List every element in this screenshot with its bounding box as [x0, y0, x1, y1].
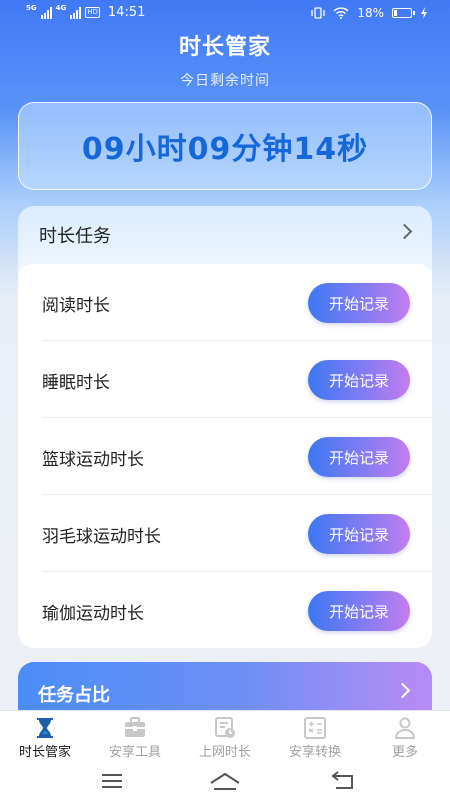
- start-record-button[interactable]: 开始记录: [308, 283, 410, 323]
- tab-online-time[interactable]: 上网时长: [180, 711, 270, 763]
- tab-label: 上网时长: [198, 745, 251, 760]
- task-list: 阅读时长 开始记录 睡眠时长 开始记录 篮球运动时长 开始记录 羽毛球运动时长 …: [18, 264, 432, 648]
- chevron-right-icon[interactable]: [396, 223, 413, 240]
- tab-label: 时长管家: [18, 745, 71, 760]
- start-record-button[interactable]: 开始记录: [308, 437, 410, 477]
- status-left: 5G 4G HD 14:51: [26, 4, 146, 21]
- battery-icon: [392, 8, 415, 18]
- task-name: 阅读时长: [42, 296, 110, 316]
- task-row-basketball: 篮球运动时长 开始记录: [18, 418, 432, 495]
- task-row-sleep: 睡眠时长 开始记录: [18, 341, 432, 418]
- system-nav-bar: [0, 762, 450, 800]
- bottom-tab-bar: 时长管家 安享工具 上网时长 安享转换 更多: [0, 710, 450, 763]
- page-title: 时长管家: [178, 35, 271, 60]
- remaining-time-card: 09小时09分钟14秒: [18, 102, 432, 190]
- start-record-button[interactable]: 开始记录: [308, 360, 410, 400]
- tab-more[interactable]: 更多: [360, 711, 450, 763]
- hd-badge: HD: [85, 7, 100, 18]
- task-name: 篮球运动时长: [42, 450, 144, 470]
- chevron-right-icon[interactable]: [394, 682, 411, 699]
- task-name: 羽毛球运动时长: [42, 527, 161, 547]
- signal-icon: [70, 6, 82, 19]
- task-ratio-title: 任务占比: [38, 685, 110, 706]
- tab-duration-manager[interactable]: 时长管家: [0, 711, 90, 763]
- vibrate-icon: [311, 7, 325, 19]
- tab-label: 安享转换: [288, 745, 341, 760]
- tab-label: 更多: [391, 745, 418, 760]
- task-panel: 时长任务 阅读时长 开始记录 睡眠时长 开始记录 篮球运动时长 开始记录 羽毛球…: [18, 206, 432, 648]
- status-time: 14:51: [107, 5, 146, 20]
- toolbox-icon: [125, 717, 145, 737]
- hourglass-icon: [37, 718, 53, 738]
- start-record-button[interactable]: 开始记录: [308, 514, 410, 554]
- back-icon[interactable]: [322, 768, 362, 794]
- tab-label: 安享工具: [108, 745, 161, 760]
- person-icon: [394, 717, 416, 739]
- battery-percent: 18%: [357, 6, 384, 20]
- network-4g-label: 4G: [55, 4, 67, 12]
- network-5g-label: 5G: [26, 4, 37, 12]
- task-name: 瑜伽运动时长: [42, 604, 144, 624]
- task-row-yoga: 瑜伽运动时长 开始记录: [18, 572, 432, 648]
- calculator-icon: [304, 717, 326, 739]
- status-bar: 5G 4G HD 14:51 18%: [0, 0, 450, 28]
- tab-tools[interactable]: 安享工具: [90, 711, 180, 763]
- wifi-icon: [333, 7, 349, 19]
- task-row-reading: 阅读时长 开始记录: [18, 264, 432, 341]
- menu-icon[interactable]: [92, 768, 132, 794]
- page-subtitle: 今日剩余时间: [180, 73, 270, 89]
- tab-conversion[interactable]: 安享转换: [270, 711, 360, 763]
- start-record-button[interactable]: 开始记录: [308, 591, 410, 631]
- status-right: 18%: [311, 6, 428, 20]
- task-panel-header[interactable]: 时长任务: [18, 206, 432, 264]
- home-icon[interactable]: [205, 768, 245, 794]
- charging-icon: [421, 7, 427, 19]
- remaining-time-value: 09小时09分钟14秒: [81, 132, 369, 167]
- task-panel-title: 时长任务: [39, 226, 111, 247]
- task-row-badminton: 羽毛球运动时长 开始记录: [18, 495, 432, 572]
- signal-icon: [40, 6, 52, 19]
- web-clock-icon: [215, 717, 235, 738]
- task-name: 睡眠时长: [42, 373, 110, 393]
